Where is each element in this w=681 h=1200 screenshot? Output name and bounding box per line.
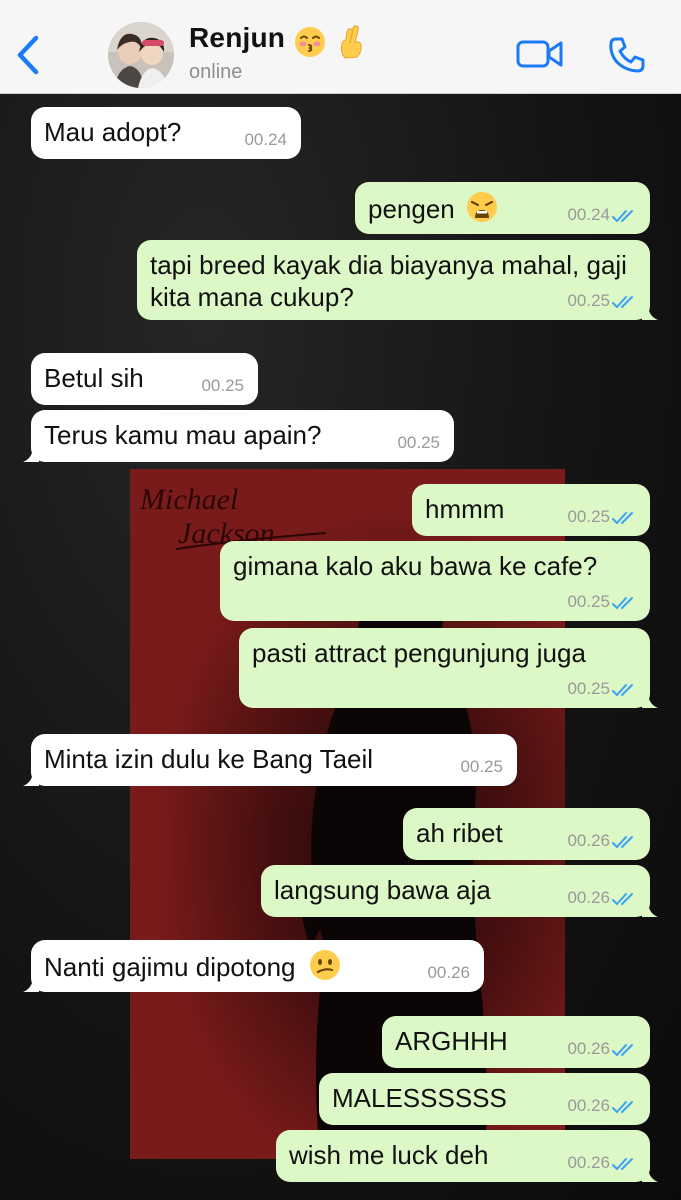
message-text: langsung bawa aja bbox=[274, 875, 491, 905]
message-time: 00.26 bbox=[427, 963, 470, 982]
message-time: 00.24 bbox=[244, 130, 287, 149]
bubble-tail bbox=[23, 446, 39, 462]
message-text: MALESSSSSS bbox=[332, 1083, 507, 1113]
chat-header: Renjun online bbox=[0, 0, 681, 94]
read-receipt-icon bbox=[612, 512, 633, 524]
message-text: wish me luck deh bbox=[289, 1140, 489, 1170]
message-text: ARGHHH bbox=[395, 1026, 508, 1056]
message-text: Nanti gajimu dipotong bbox=[44, 952, 296, 982]
message-time: 00.25 bbox=[397, 433, 440, 452]
message-bubble-outgoing[interactable]: gimana kalo aku bawa ke cafe? 00.25 bbox=[220, 541, 650, 621]
message-time: 00.26 bbox=[567, 1096, 610, 1115]
message-time: 00.25 bbox=[201, 376, 244, 395]
message-bubble-outgoing[interactable]: wish me luck deh 00.26 bbox=[276, 1130, 658, 1182]
bubble-tail bbox=[642, 901, 658, 917]
read-receipt-icon bbox=[612, 1044, 633, 1056]
message-time: 00.26 bbox=[567, 1039, 610, 1058]
confused-face-emoji bbox=[309, 950, 340, 980]
message-bubble-outgoing[interactable]: ah ribet 00.26 bbox=[403, 808, 650, 860]
message-text: Mau adopt? bbox=[44, 117, 182, 147]
chevron-left-icon[interactable] bbox=[14, 34, 42, 76]
message-text: hmmm bbox=[425, 494, 505, 524]
avatar[interactable] bbox=[108, 22, 174, 88]
message-bubble-incoming[interactable]: Nanti gajimu dipotong 00.26 bbox=[23, 940, 484, 992]
contact-name[interactable]: Renjun bbox=[189, 22, 285, 54]
kissing-face-emoji bbox=[295, 27, 325, 57]
message-time: 00.25 bbox=[567, 507, 610, 526]
read-receipt-icon bbox=[612, 1158, 633, 1170]
bubble-tail bbox=[23, 770, 39, 786]
message-content: Nanti gajimu dipotong bbox=[44, 949, 341, 983]
message-time: 00.26 bbox=[567, 1153, 610, 1172]
message-time: 00.25 bbox=[567, 679, 610, 698]
read-receipt-icon bbox=[612, 1101, 633, 1113]
message-text: Minta izin dulu ke Bang Taeil bbox=[44, 744, 374, 774]
message-time: 00.26 bbox=[567, 888, 610, 907]
bubble-tail bbox=[642, 692, 658, 708]
message-bubble-incoming[interactable]: Terus kamu mau apain? 00.25 bbox=[23, 410, 454, 462]
message-bubble-outgoing[interactable]: pasti attract pengunjung juga 00.25 bbox=[239, 628, 658, 708]
message-text: pasti attract pengunjung juga bbox=[252, 638, 586, 668]
read-receipt-icon bbox=[612, 836, 633, 848]
video-camera-icon[interactable] bbox=[516, 38, 564, 70]
read-receipt-icon bbox=[612, 296, 633, 308]
bubble-tail bbox=[642, 1166, 658, 1182]
message-time: 00.25 bbox=[567, 592, 610, 611]
message-time: 00.26 bbox=[567, 831, 610, 850]
message-time: 00.25 bbox=[460, 757, 503, 776]
read-receipt-icon bbox=[612, 684, 633, 696]
message-bubble-outgoing[interactable]: hmmm 00.25 bbox=[412, 484, 650, 536]
message-bubble-outgoing[interactable]: pengen 00.24 bbox=[355, 182, 650, 234]
message-bubble-outgoing[interactable]: langsung bawa aja 00.26 bbox=[261, 865, 658, 917]
weary-face-emoji bbox=[467, 192, 497, 222]
message-bubble-outgoing[interactable]: ARGHHH 00.26 bbox=[382, 1016, 650, 1068]
message-text: Betul sih bbox=[44, 363, 144, 393]
message-text: ah ribet bbox=[416, 818, 503, 848]
crossed-fingers-emoji bbox=[340, 25, 362, 59]
message-content: pengen bbox=[368, 191, 498, 225]
read-receipt-icon bbox=[612, 597, 633, 609]
presence-status: online bbox=[189, 61, 243, 83]
message-time: 00.24 bbox=[567, 205, 610, 224]
read-receipt-icon bbox=[612, 893, 633, 905]
svg-text:Michael: Michael bbox=[139, 483, 238, 516]
phone-icon[interactable] bbox=[608, 36, 646, 74]
message-text: Terus kamu mau apain? bbox=[44, 420, 322, 450]
message-bubble-incoming[interactable]: Minta izin dulu ke Bang Taeil 00.25 bbox=[23, 734, 517, 786]
message-text: gimana kalo aku bawa ke cafe? bbox=[233, 551, 598, 581]
bubble-tail bbox=[23, 976, 39, 992]
read-receipt-icon bbox=[612, 210, 633, 222]
message-time: 00.25 bbox=[567, 291, 610, 310]
message-bubble-incoming[interactable]: Mau adopt? 00.24 bbox=[31, 107, 301, 159]
bubble-tail bbox=[642, 304, 658, 320]
message-bubble-outgoing[interactable]: tapi breed kayak dia biayanya mahal, gaj… bbox=[137, 240, 658, 320]
message-text: pengen bbox=[368, 194, 455, 224]
message-bubble-incoming[interactable]: Betul sih 00.25 bbox=[31, 353, 258, 405]
message-bubble-outgoing[interactable]: MALESSSSSS 00.26 bbox=[319, 1073, 650, 1125]
